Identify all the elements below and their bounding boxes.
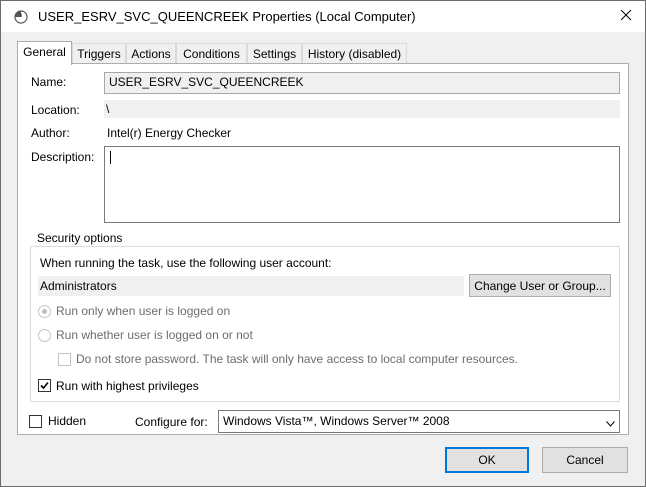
cancel-button[interactable]: Cancel [542,447,628,473]
highest-privileges-label: Run with highest privileges [56,379,199,393]
do-not-store-label: Do not store password. The task will onl… [76,352,518,366]
hidden-label: Hidden [48,414,87,428]
general-tab-panel: Name: USER_ESRV_SVC_QUEENCREEK Location:… [17,63,629,435]
radio-run-logged-on[interactable] [38,305,51,318]
highest-privileges-checkbox[interactable] [38,379,51,392]
close-icon [620,9,632,24]
name-field[interactable]: USER_ESRV_SVC_QUEENCREEK [104,72,620,94]
tab-triggers[interactable]: Triggers [72,43,126,64]
tab-settings[interactable]: Settings [247,43,302,64]
tab-strip: General Triggers Actions Conditions Sett… [17,41,629,65]
configure-for-label: Configure for: [135,415,208,429]
do-not-store-checkbox[interactable] [58,353,71,366]
account-prompt: When running the task, use the following… [40,256,332,270]
description-label: Description: [31,150,95,164]
description-field[interactable] [104,146,620,223]
change-user-button[interactable]: Change User or Group... [469,274,611,297]
title-bar[interactable]: USER_ESRV_SVC_QUEENCREEK Properties (Loc… [1,1,645,32]
location-value: \ [104,100,620,118]
text-caret [110,151,111,164]
ok-button[interactable]: OK [445,447,529,473]
location-label: Location: [31,103,80,117]
name-label: Name: [31,75,67,89]
security-options-title: Security options [34,231,126,245]
radio-selected-dot [42,309,47,314]
run-logged-on-label: Run only when user is logged on [56,304,231,318]
hidden-checkbox[interactable] [29,415,42,428]
author-label: Author: [31,126,70,140]
radio-run-whether[interactable] [38,329,51,342]
properties-dialog: USER_ESRV_SVC_QUEENCREEK Properties (Loc… [0,0,646,487]
tab-general[interactable]: General [17,41,72,65]
author-value: Intel(r) Energy Checker [107,126,232,140]
user-account-value: Administrators [38,276,464,296]
tab-actions[interactable]: Actions [126,43,176,64]
tab-history[interactable]: History (disabled) [302,43,407,64]
run-whether-label: Run whether user is logged on or not [56,328,253,342]
configure-for-value: Windows Vista™, Windows Server™ 2008 [223,414,450,428]
task-clock-icon [14,10,28,24]
close-button[interactable] [609,2,643,30]
chevron-down-icon [606,416,615,430]
configure-for-select[interactable]: Windows Vista™, Windows Server™ 2008 [218,410,620,433]
window-title: USER_ESRV_SVC_QUEENCREEK Properties (Loc… [38,9,416,24]
tab-conditions[interactable]: Conditions [176,43,247,64]
